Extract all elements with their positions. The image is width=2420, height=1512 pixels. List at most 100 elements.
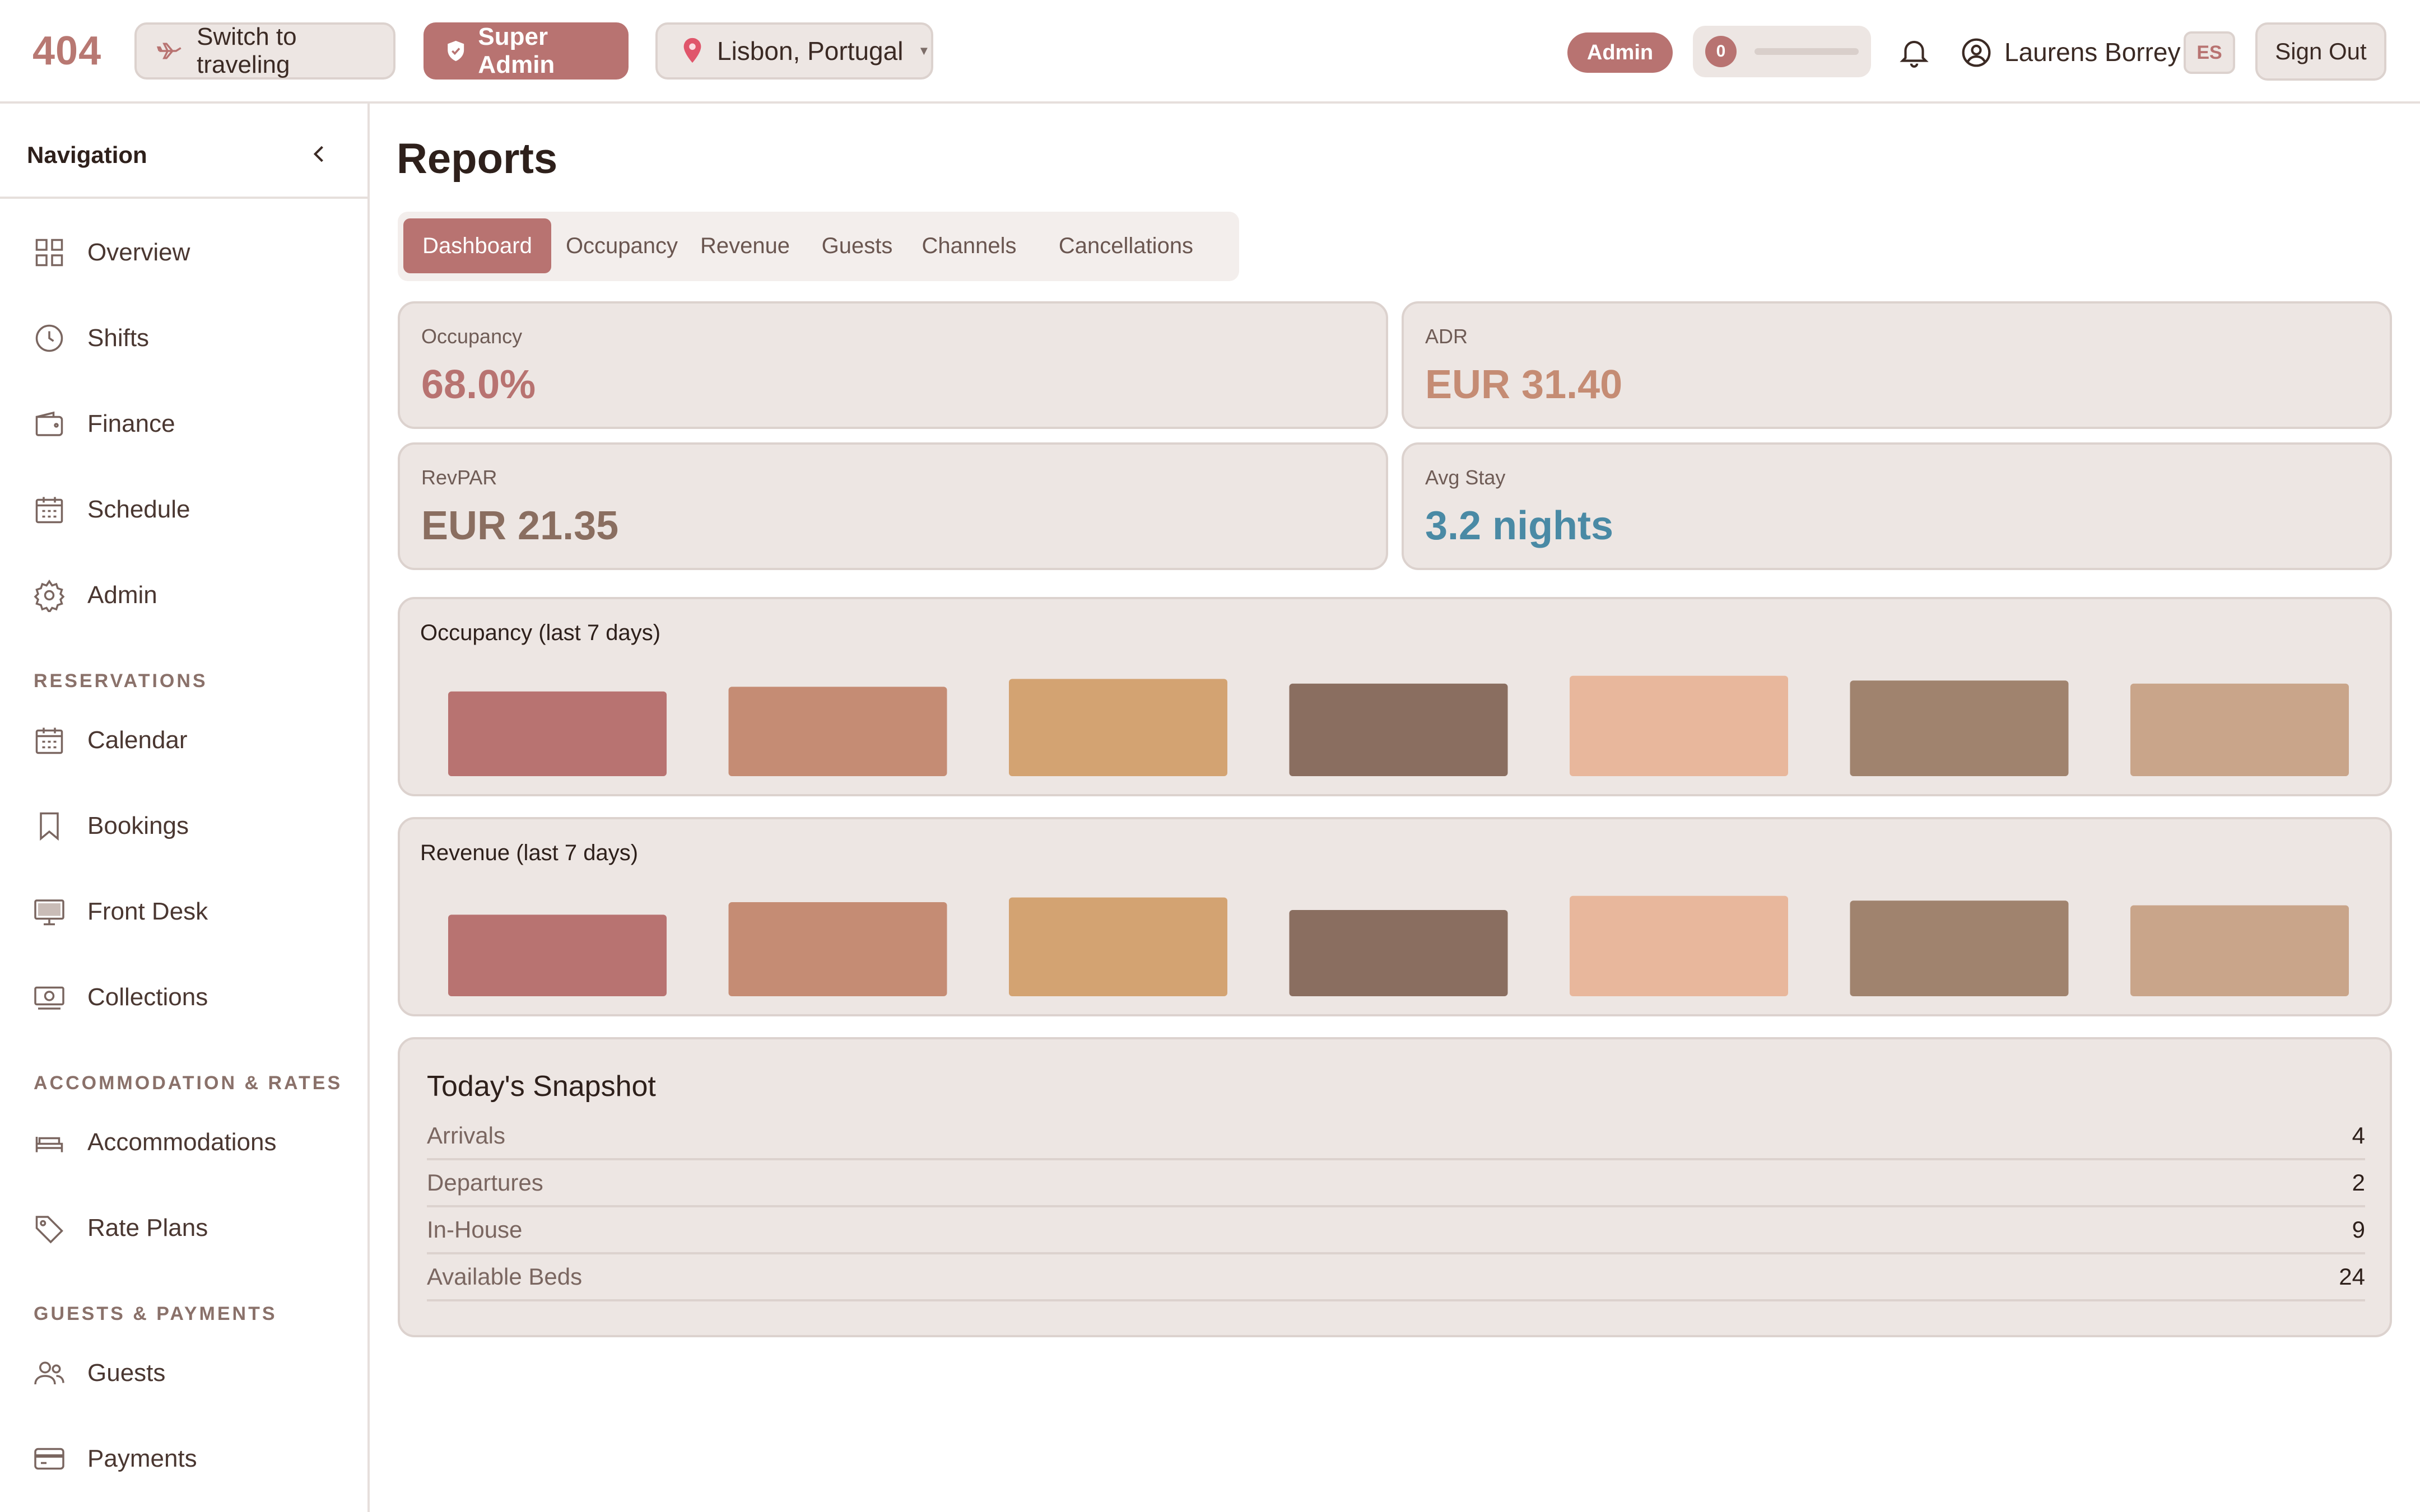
revenue-chart xyxy=(448,895,2349,996)
top-bar: 404 Switch to traveling Super Admin Lisb… xyxy=(0,0,2420,104)
location-selector[interactable]: Lisbon, Portugal ▼ xyxy=(655,22,933,80)
tab-guests[interactable]: Guests xyxy=(807,218,908,273)
chart-bar xyxy=(1570,675,1788,776)
counter-value: 0 xyxy=(1705,36,1737,67)
chart-bar xyxy=(1009,897,1227,996)
calendar-icon xyxy=(35,727,63,754)
report-tabs: Dashboard Occupancy Revenue Guests Chann… xyxy=(398,212,1239,281)
tab-cancellations[interactable]: Cancellations xyxy=(1031,218,1221,273)
sidebar-item-finance[interactable]: Finance xyxy=(32,402,175,446)
grid-icon xyxy=(35,239,63,267)
chart-bar xyxy=(1009,679,1227,776)
chart-bar xyxy=(1850,900,2069,996)
sidebar-item-label: Bookings xyxy=(87,812,189,839)
map-pin-icon xyxy=(683,38,701,63)
snapshot-row-in-house: In-House 9 xyxy=(427,1207,2365,1254)
clock-icon xyxy=(35,324,63,352)
bed-icon xyxy=(35,1137,63,1152)
chart-bar xyxy=(448,691,667,776)
sidebar-item-label: Rate Plans xyxy=(87,1214,208,1242)
sidebar-item-label: Collections xyxy=(87,983,208,1011)
sidebar-item-schedule[interactable]: Schedule xyxy=(32,487,190,532)
chart-bar xyxy=(1289,683,1508,776)
chart-bar xyxy=(1570,895,1788,996)
chevron-left-icon[interactable] xyxy=(307,142,332,166)
kpi-label: ADR xyxy=(1425,325,1468,348)
chart-bar xyxy=(2130,905,2349,996)
sidebar-section-guests-payments: GUESTS & PAYMENTS xyxy=(34,1303,277,1324)
sidebar-section-accommodation-rates: ACCOMMODATION & RATES xyxy=(34,1072,343,1094)
tab-dashboard[interactable]: Dashboard xyxy=(403,218,551,273)
sidebar-item-guests[interactable]: Guests xyxy=(32,1351,165,1396)
sidebar-item-label: Admin xyxy=(87,581,157,609)
task-counter[interactable]: 0 xyxy=(1693,26,1871,77)
occupancy-chart-panel: Occupancy (last 7 days) xyxy=(398,597,2392,796)
location-label: Lisbon, Portugal xyxy=(717,36,904,66)
counter-progress-bar xyxy=(1755,48,1859,55)
sidebar-item-label: Shifts xyxy=(87,324,150,352)
switch-to-traveling-button[interactable]: Switch to traveling xyxy=(134,22,395,80)
wallet-icon xyxy=(35,411,63,436)
kpi-card-occupancy: Occupancy 68.0% xyxy=(398,301,1388,429)
snapshot-row-arrivals: Arrivals 4 xyxy=(427,1113,2365,1160)
sidebar-item-admin[interactable]: Admin xyxy=(32,573,157,618)
chart-bar xyxy=(1289,910,1508,996)
sidebar-section-reservations: RESERVATIONS xyxy=(34,670,208,692)
sidebar-item-label: Accommodations xyxy=(87,1128,277,1156)
sidebar-item-collections[interactable]: Collections xyxy=(32,975,208,1020)
todays-snapshot-panel: Today's Snapshot Arrivals 4 Departures 2… xyxy=(398,1037,2392,1337)
occupancy-chart xyxy=(448,675,2349,776)
sidebar-item-label: Calendar xyxy=(87,726,188,754)
bookmark-icon xyxy=(40,812,59,841)
sign-out-button[interactable]: Sign Out xyxy=(2255,22,2386,81)
app-logo[interactable]: 404 xyxy=(32,28,101,74)
sidebar-item-rate-plans[interactable]: Rate Plans xyxy=(32,1206,208,1250)
bell-icon[interactable] xyxy=(1897,34,1932,71)
sidebar-title: Navigation xyxy=(27,142,147,168)
snapshot-value: 2 xyxy=(2352,1169,2365,1196)
chart-bar xyxy=(728,902,947,996)
kpi-label: RevPAR xyxy=(421,466,497,489)
cash-icon xyxy=(34,986,64,1010)
chart-bar xyxy=(1850,680,2069,776)
snapshot-label: Available Beds xyxy=(427,1263,583,1290)
users-icon xyxy=(34,1361,64,1385)
sidebar: Navigation Overview Shifts Finance Sched… xyxy=(0,104,370,1512)
snapshot-label: Arrivals xyxy=(427,1122,506,1149)
super-admin-button[interactable]: Super Admin xyxy=(424,22,629,80)
tab-revenue[interactable]: Revenue xyxy=(689,218,801,273)
kpi-label: Avg Stay xyxy=(1425,466,1506,489)
sidebar-item-accommodations[interactable]: Accommodations xyxy=(32,1120,276,1165)
sidebar-item-calendar[interactable]: Calendar xyxy=(32,718,188,763)
sidebar-item-shifts[interactable]: Shifts xyxy=(32,316,149,361)
kpi-value: 3.2 nights xyxy=(1425,503,1614,548)
tag-icon xyxy=(35,1216,63,1244)
kpi-value: EUR 21.35 xyxy=(421,503,619,548)
sidebar-item-bookings[interactable]: Bookings xyxy=(32,804,189,848)
snapshot-value: 24 xyxy=(2339,1263,2365,1290)
sidebar-header: Navigation xyxy=(0,104,367,199)
sidebar-item-payments[interactable]: Payments xyxy=(32,1436,197,1481)
gear-icon xyxy=(34,579,65,612)
tab-occupancy[interactable]: Occupancy xyxy=(560,218,683,273)
user-name[interactable]: Laurens Borrey xyxy=(2004,37,2181,67)
calendar-icon xyxy=(35,497,63,524)
sidebar-item-label: Guests xyxy=(87,1359,166,1387)
chart-bar xyxy=(2130,683,2349,776)
sidebar-item-overview[interactable]: Overview xyxy=(32,230,190,275)
user-circle-icon[interactable] xyxy=(1961,37,1992,68)
page-title: Reports xyxy=(397,135,558,183)
chevron-down-icon: ▼ xyxy=(918,44,930,58)
tab-channels[interactable]: Channels xyxy=(913,218,1025,273)
revenue-chart-panel: Revenue (last 7 days) xyxy=(398,817,2392,1016)
switch-to-traveling-label: Switch to traveling xyxy=(197,23,297,78)
kpi-card-adr: ADR EUR 31.40 xyxy=(1402,301,2392,429)
kpi-card-revpar: RevPAR EUR 21.35 xyxy=(398,442,1388,570)
language-switcher[interactable]: ES xyxy=(2184,31,2235,74)
sidebar-item-label: Overview xyxy=(87,239,190,266)
chart-bar xyxy=(728,687,947,776)
sidebar-item-front-desk[interactable]: Front Desk xyxy=(32,889,208,934)
monitor-icon xyxy=(34,899,64,926)
kpi-value: 68.0% xyxy=(421,362,536,407)
snapshot-label: In-House xyxy=(427,1216,523,1243)
